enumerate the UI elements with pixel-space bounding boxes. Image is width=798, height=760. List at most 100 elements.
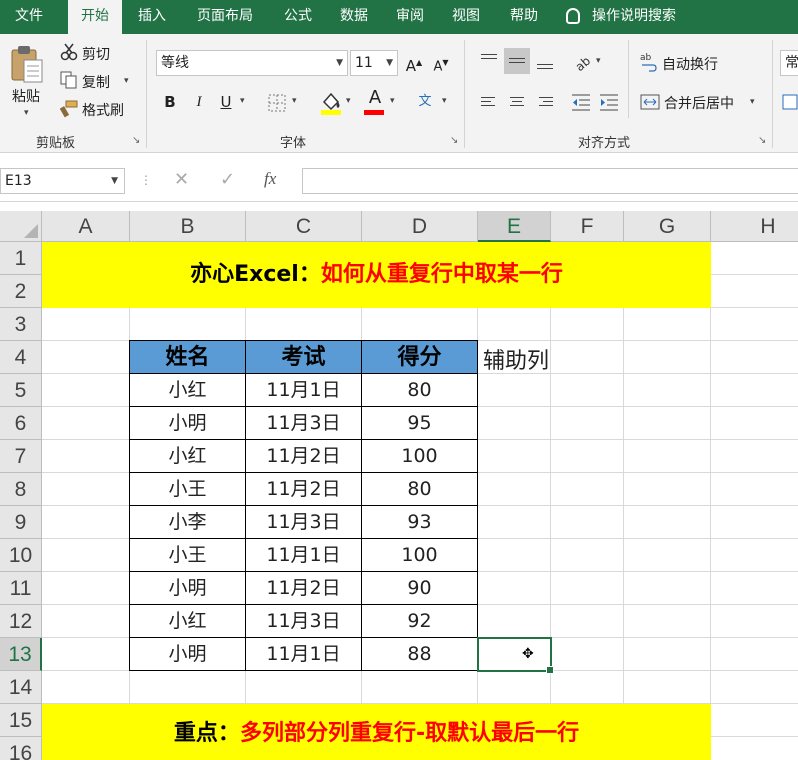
align-center-button[interactable]: [506, 92, 528, 114]
table-cell[interactable]: 小红: [130, 374, 246, 407]
row-header-12[interactable]: 12: [0, 605, 42, 638]
row-header-3[interactable]: 3: [0, 308, 42, 341]
column-header-a[interactable]: A: [42, 211, 130, 242]
tab-home[interactable]: 开始: [68, 0, 122, 34]
table-cell[interactable]: 11月2日: [246, 572, 362, 605]
format-painter-button[interactable]: 格式刷: [82, 100, 124, 120]
orientation-icon[interactable]: ab: [572, 52, 592, 72]
table-cell[interactable]: 80: [362, 374, 478, 407]
grow-font-button[interactable]: A▲: [403, 51, 425, 75]
row-header-4[interactable]: 4: [0, 341, 42, 374]
table-cell[interactable]: 11月1日: [246, 638, 362, 671]
name-box[interactable]: E13 ▼: [0, 168, 125, 194]
row-header-1[interactable]: 1: [0, 242, 42, 275]
column-header-h[interactable]: H: [711, 211, 798, 242]
row-header-15[interactable]: 15: [0, 704, 42, 737]
helper-column-label[interactable]: 辅助列: [483, 343, 549, 375]
table-cell[interactable]: 11月3日: [246, 407, 362, 440]
copy-button[interactable]: 复制: [82, 72, 110, 92]
phonetic-guide-button[interactable]: 文: [414, 90, 436, 114]
table-cell[interactable]: 小明: [130, 638, 246, 671]
font-size-select[interactable]: 11 ▼: [350, 50, 398, 76]
clipboard-launcher-icon[interactable]: ↘: [132, 135, 140, 146]
cut-button[interactable]: 剪切: [82, 44, 110, 64]
row-header-6[interactable]: 6: [0, 407, 42, 440]
table-cell[interactable]: 小红: [130, 440, 246, 473]
tell-me-search[interactable]: 操作说明搜索: [566, 0, 676, 34]
tab-data[interactable]: 数据: [328, 0, 380, 34]
table-cell[interactable]: 80: [362, 473, 478, 506]
table-cell[interactable]: 100: [362, 440, 478, 473]
tab-help[interactable]: 帮助: [496, 0, 552, 34]
table-cell[interactable]: 11月1日: [246, 539, 362, 572]
align-right-button[interactable]: [534, 92, 556, 114]
underline-button[interactable]: U: [215, 90, 237, 114]
column-header-e[interactable]: E: [478, 211, 551, 242]
fill-color-dropdown-icon[interactable]: ▾: [346, 96, 351, 106]
font-color-button[interactable]: A: [364, 86, 386, 110]
row-header-16[interactable]: 16: [0, 737, 42, 760]
tab-view[interactable]: 视图: [440, 0, 492, 34]
table-cell[interactable]: 小红: [130, 605, 246, 638]
row-header-13[interactable]: 13: [0, 638, 42, 671]
merge-center-dropdown-icon[interactable]: ▾: [750, 97, 755, 107]
table-cell[interactable]: 小明: [130, 407, 246, 440]
underline-dropdown-icon[interactable]: ▾: [240, 96, 245, 106]
row-header-7[interactable]: 7: [0, 440, 42, 473]
table-header-exam[interactable]: 考试: [246, 341, 362, 374]
select-all-button[interactable]: [0, 211, 42, 242]
table-cell[interactable]: 小王: [130, 539, 246, 572]
column-header-d[interactable]: D: [362, 211, 478, 242]
formula-input[interactable]: [302, 168, 798, 194]
copy-dropdown-icon[interactable]: ▾: [124, 76, 129, 86]
row-header-9[interactable]: 9: [0, 506, 42, 539]
borders-icon[interactable]: [268, 94, 286, 112]
table-cell[interactable]: 小王: [130, 473, 246, 506]
table-cell[interactable]: 93: [362, 506, 478, 539]
table-cell[interactable]: 小明: [130, 572, 246, 605]
table-cell[interactable]: 11月2日: [246, 440, 362, 473]
row-header-5[interactable]: 5: [0, 374, 42, 407]
italic-button[interactable]: I: [188, 90, 210, 114]
cancel-icon[interactable]: ✕: [174, 169, 189, 190]
tab-page-layout[interactable]: 页面布局: [184, 0, 266, 34]
align-left-button[interactable]: [478, 92, 500, 114]
accounting-format-icon[interactable]: [782, 92, 798, 112]
column-header-g[interactable]: G: [624, 211, 711, 242]
phonetic-dropdown-icon[interactable]: ▾: [442, 96, 447, 106]
row-header-10[interactable]: 10: [0, 539, 42, 572]
insert-function-button[interactable]: fx: [264, 169, 276, 189]
row-header-11[interactable]: 11: [0, 572, 42, 605]
bold-button[interactable]: B: [159, 90, 181, 114]
middle-align-button[interactable]: [504, 48, 530, 74]
bottom-align-button[interactable]: [534, 50, 556, 72]
paste-label[interactable]: 粘贴: [12, 86, 40, 106]
row-header-8[interactable]: 8: [0, 473, 42, 506]
shrink-font-button[interactable]: A▼: [430, 51, 452, 75]
table-cell[interactable]: 11月1日: [246, 374, 362, 407]
table-cell[interactable]: 90: [362, 572, 478, 605]
table-cell[interactable]: 95: [362, 407, 478, 440]
paste-button[interactable]: [10, 44, 44, 84]
table-cell[interactable]: 100: [362, 539, 478, 572]
top-align-button[interactable]: [478, 50, 500, 72]
alignment-launcher-icon[interactable]: ↘: [758, 135, 766, 146]
table-header-score[interactable]: 得分: [362, 341, 478, 374]
increase-indent-icon[interactable]: [598, 92, 620, 114]
borders-dropdown-icon[interactable]: ▾: [292, 96, 297, 106]
row-header-2[interactable]: 2: [0, 275, 42, 308]
decrease-indent-icon[interactable]: [570, 92, 592, 114]
column-header-f[interactable]: F: [551, 211, 624, 242]
merge-center-button[interactable]: 合并后居中: [664, 93, 734, 113]
selected-cell[interactable]: [477, 637, 554, 674]
orientation-dropdown-icon[interactable]: ▾: [596, 56, 601, 66]
table-header-name[interactable]: 姓名: [130, 341, 246, 374]
column-header-c[interactable]: C: [246, 211, 362, 242]
font-launcher-icon[interactable]: ↘: [450, 135, 458, 146]
tab-review[interactable]: 审阅: [384, 0, 436, 34]
more-options-icon[interactable]: ⋮: [140, 173, 152, 187]
wrap-text-button[interactable]: 自动换行: [662, 54, 718, 74]
table-cell[interactable]: 11月3日: [246, 506, 362, 539]
font-name-select[interactable]: 等线 ▼: [156, 50, 348, 76]
number-format-select[interactable]: 常: [780, 50, 798, 76]
